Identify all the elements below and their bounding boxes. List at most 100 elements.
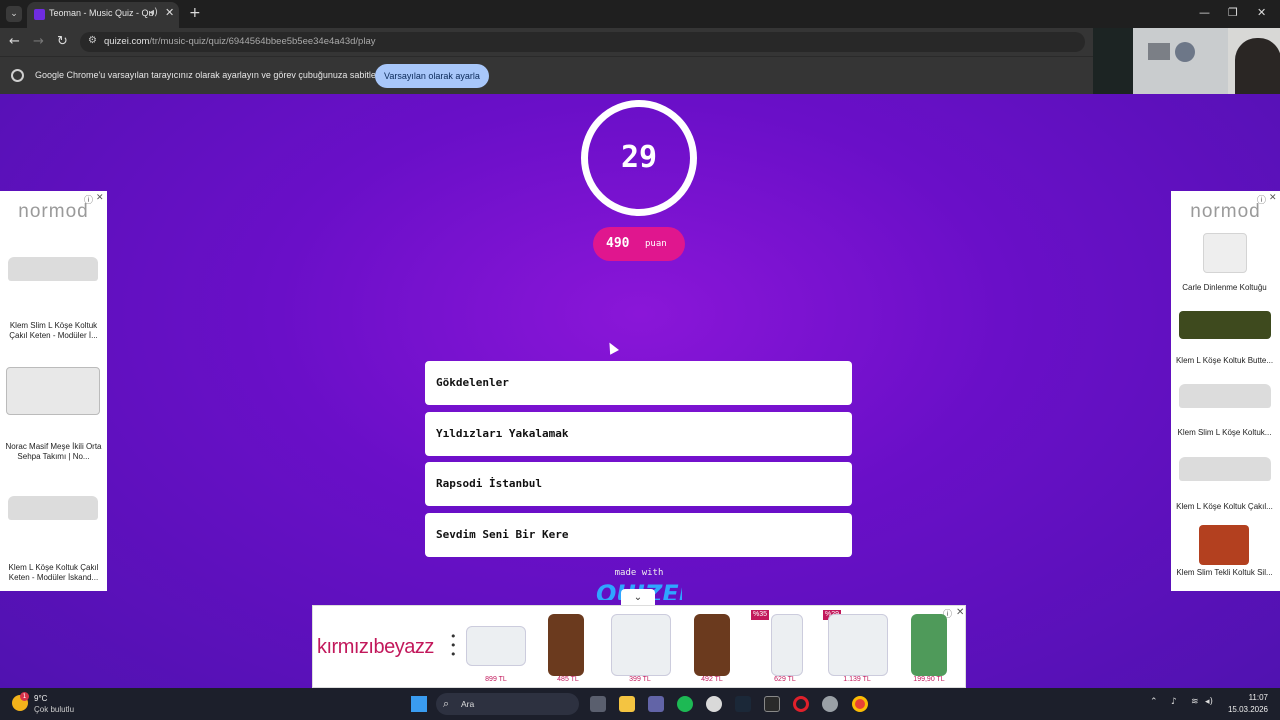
url-field[interactable]: ⚙ quizei.com/tr/music-quiz/quiz/6944564b… [80,32,1085,52]
webcam-clock [1175,42,1195,62]
score-badge: 490 puan [593,227,685,261]
chrome-icon[interactable] [852,696,868,712]
windows-start-icon[interactable] [411,696,427,712]
opera-icon[interactable] [793,696,809,712]
answer-option-1[interactable]: Gökdelenler [425,361,852,405]
bottom-ad-brand: kırmızıbeyazz [317,636,434,658]
tab-search-icon[interactable]: ⌄ [6,6,22,22]
speaker-icon[interactable]: ◂) [149,7,158,18]
product-image[interactable] [694,614,730,676]
sofa-image[interactable] [1179,384,1271,408]
maximize-icon[interactable]: ❐ [1228,6,1238,19]
weather-temperature[interactable]: 9°C [34,694,47,703]
browser-tab-bar: ⌄ Teoman - Music Quiz - Quiz ◂) ✕ + — ❐ … [0,0,1280,28]
steam-icon[interactable] [735,696,751,712]
ad-brand-logo: normod [1190,201,1261,222]
new-tab-icon[interactable]: + [189,5,201,21]
collapse-ad-icon[interactable]: ⌄ [621,589,655,606]
answer-option-4[interactable]: Sevdim Seni Bir Kere [425,513,852,557]
close-window-icon[interactable]: ✕ [1257,6,1266,19]
answer-option-3[interactable]: Rapsodi İstanbul [425,462,852,506]
sofa-image[interactable] [8,496,98,520]
site-info-icon[interactable]: ⚙ [88,35,97,46]
countdown-timer: 29 [581,100,697,216]
product-image[interactable] [828,614,888,676]
timer-value: 29 [620,140,658,175]
windows-taskbar: 1 9°C Çok bulutlu ⌕ Ara ⌃ ♪ ≋ ◂) 11:07 1… [0,688,1280,720]
epic-games-icon[interactable] [764,696,780,712]
ad-product-caption[interactable]: Carle Dinlenme Koltuğu [1174,283,1275,293]
product-image[interactable] [911,614,947,676]
ad-product-caption[interactable]: Klem Slim L Köşe Koltuk... [1174,428,1275,438]
ad-brand-logo: normod [18,201,89,222]
forward-icon[interactable]: → [33,34,44,49]
address-bar: ← → ↻ ⚙ quizei.com/tr/music-quiz/quiz/69… [0,28,1093,56]
chatgpt-icon[interactable] [706,696,722,712]
minimize-icon[interactable]: — [1199,6,1210,19]
search-icon: ⌕ [443,697,450,710]
answer-text: Rapsodi İstanbul [436,477,542,490]
clock-date[interactable]: 15.03.2026 [1216,705,1268,714]
weather-status[interactable]: Çok bulutlu [34,705,74,714]
back-icon[interactable]: ← [9,34,20,49]
url-path: /tr/music-quiz/quiz/6944564bbee5b5ee34e4… [149,36,376,47]
ad-product-caption[interactable]: Klem L Köşe Koltuk Çakıl Keten - Modüler… [3,563,104,583]
file-explorer-icon[interactable] [619,696,635,712]
close-tab-icon[interactable]: ✕ [165,6,174,19]
ad-product-caption[interactable]: Klem L Köşe Koltuk Butte... [1174,356,1275,366]
ad-product-caption[interactable]: Klem Slim L Köşe Koltuk Çakıl Keten - Mo… [3,321,104,341]
browser-tab[interactable]: Teoman - Music Quiz - Quiz ◂) ✕ [27,2,179,28]
ad-product-caption[interactable]: Klem L Köşe Koltuk Çakıl... [1174,502,1275,512]
score-label: puan [645,239,667,249]
notification-badge: 1 [20,692,29,701]
product-image[interactable] [611,614,671,676]
url-host: quizei.com [104,36,150,47]
default-browser-infobar: Google Chrome'u varsayılan tarayıcınız o… [0,56,1093,94]
product-price: 629 TL [774,676,796,683]
product-price: 199,90 TL [913,676,945,683]
answer-text: Yıldızları Yakalamak [436,427,569,440]
task-view-icon[interactable] [590,696,606,712]
taskbar-search-field[interactable]: ⌕ Ara [436,693,579,715]
product-price: 399 TL [629,676,651,683]
armchair-image[interactable] [1203,233,1247,273]
score-value: 490 [606,236,630,251]
right-ad-banner[interactable]: ⓘ ✕ normod Carle Dinlenme Koltuğu Klem L… [1171,191,1280,591]
chrome-icon [11,69,24,82]
product-price: 1.139 TL [843,676,871,683]
sofa-image[interactable] [8,257,98,281]
product-image[interactable] [466,626,526,666]
reload-icon[interactable]: ↻ [57,34,68,49]
product-image[interactable] [548,614,584,676]
sofa-image[interactable] [1179,311,1271,339]
settings-gear-icon[interactable] [822,696,838,712]
clock-time[interactable]: 11:07 [1216,693,1268,702]
spotify-icon[interactable] [677,696,693,712]
bottom-ad-banner[interactable]: kırmızıbeyazz • • • ⓘ ✕ 899 TL 485 TL 399 … [312,605,966,688]
volume-icon[interactable]: ◂) [1205,697,1213,707]
product-price: 899 TL [485,676,507,683]
ad-close-icon[interactable]: ✕ [956,607,964,618]
table-image[interactable] [6,367,100,415]
made-with-label: made with [614,568,664,578]
mouse-cursor-icon [605,340,619,355]
tab-title: Teoman - Music Quiz - Quiz [49,8,154,18]
armchair-image[interactable] [1199,525,1249,565]
chevron-up-icon[interactable]: ⌃ [1150,697,1158,707]
ad-product-caption[interactable]: Klem Slim Tekli Koltuk Sil... [1174,568,1275,578]
answer-option-2[interactable]: Yıldızları Yakalamak [425,412,852,456]
site-favicon-icon [34,9,45,20]
search-placeholder: Ara [461,699,475,709]
microphone-icon[interactable]: ♪ [1171,697,1177,707]
wifi-icon[interactable]: ≋ [1191,697,1199,707]
product-image[interactable] [771,614,803,676]
answer-text: Gökdelenler [436,376,509,389]
url-text: quizei.com/tr/music-quiz/quiz/6944564bbe… [104,36,375,47]
sofa-image[interactable] [1179,457,1271,481]
set-default-button[interactable]: Varsayılan olarak ayarla [375,64,489,88]
ad-product-caption[interactable]: Norac Masif Meşe İkili Orta Sehpa Takımı… [3,442,104,462]
left-ad-banner[interactable]: ⓘ ✕ normod Klem Slim L Köşe Koltuk Çakıl… [0,191,107,591]
product-price: 485 TL [557,676,579,683]
teams-icon[interactable] [648,696,664,712]
more-options-icon[interactable]: • • • [450,631,457,660]
